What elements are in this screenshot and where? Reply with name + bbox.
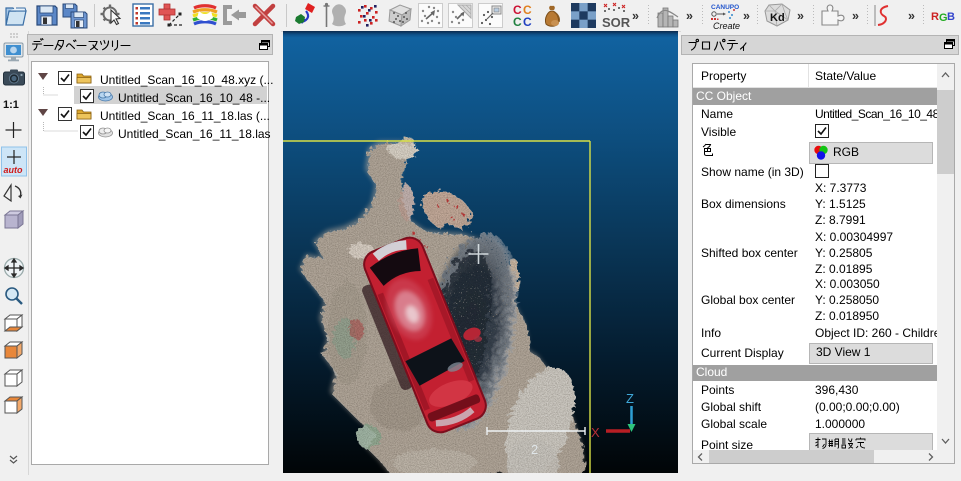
svg-text:auto: auto [4, 165, 24, 175]
svg-text:»: » [686, 9, 693, 23]
svg-text:X: X [591, 425, 600, 440]
svg-text:»: » [852, 9, 859, 23]
svg-text:SOR: SOR [602, 15, 631, 30]
svg-text:1:1: 1:1 [3, 99, 19, 111]
svg-text:Kd: Kd [770, 12, 785, 24]
svg-text:2: 2 [531, 442, 538, 457]
svg-text:Z: Z [626, 391, 634, 406]
svg-text:»: » [908, 9, 915, 23]
svg-text:R: R [931, 11, 939, 23]
svg-text:»: » [797, 9, 804, 23]
svg-text:»: » [743, 9, 750, 23]
svg-text:B: B [947, 11, 955, 23]
svg-text:C: C [523, 15, 532, 29]
svg-text:Create: Create [713, 21, 740, 31]
svg-text:C: C [513, 15, 522, 29]
svg-text:»: » [632, 9, 639, 23]
